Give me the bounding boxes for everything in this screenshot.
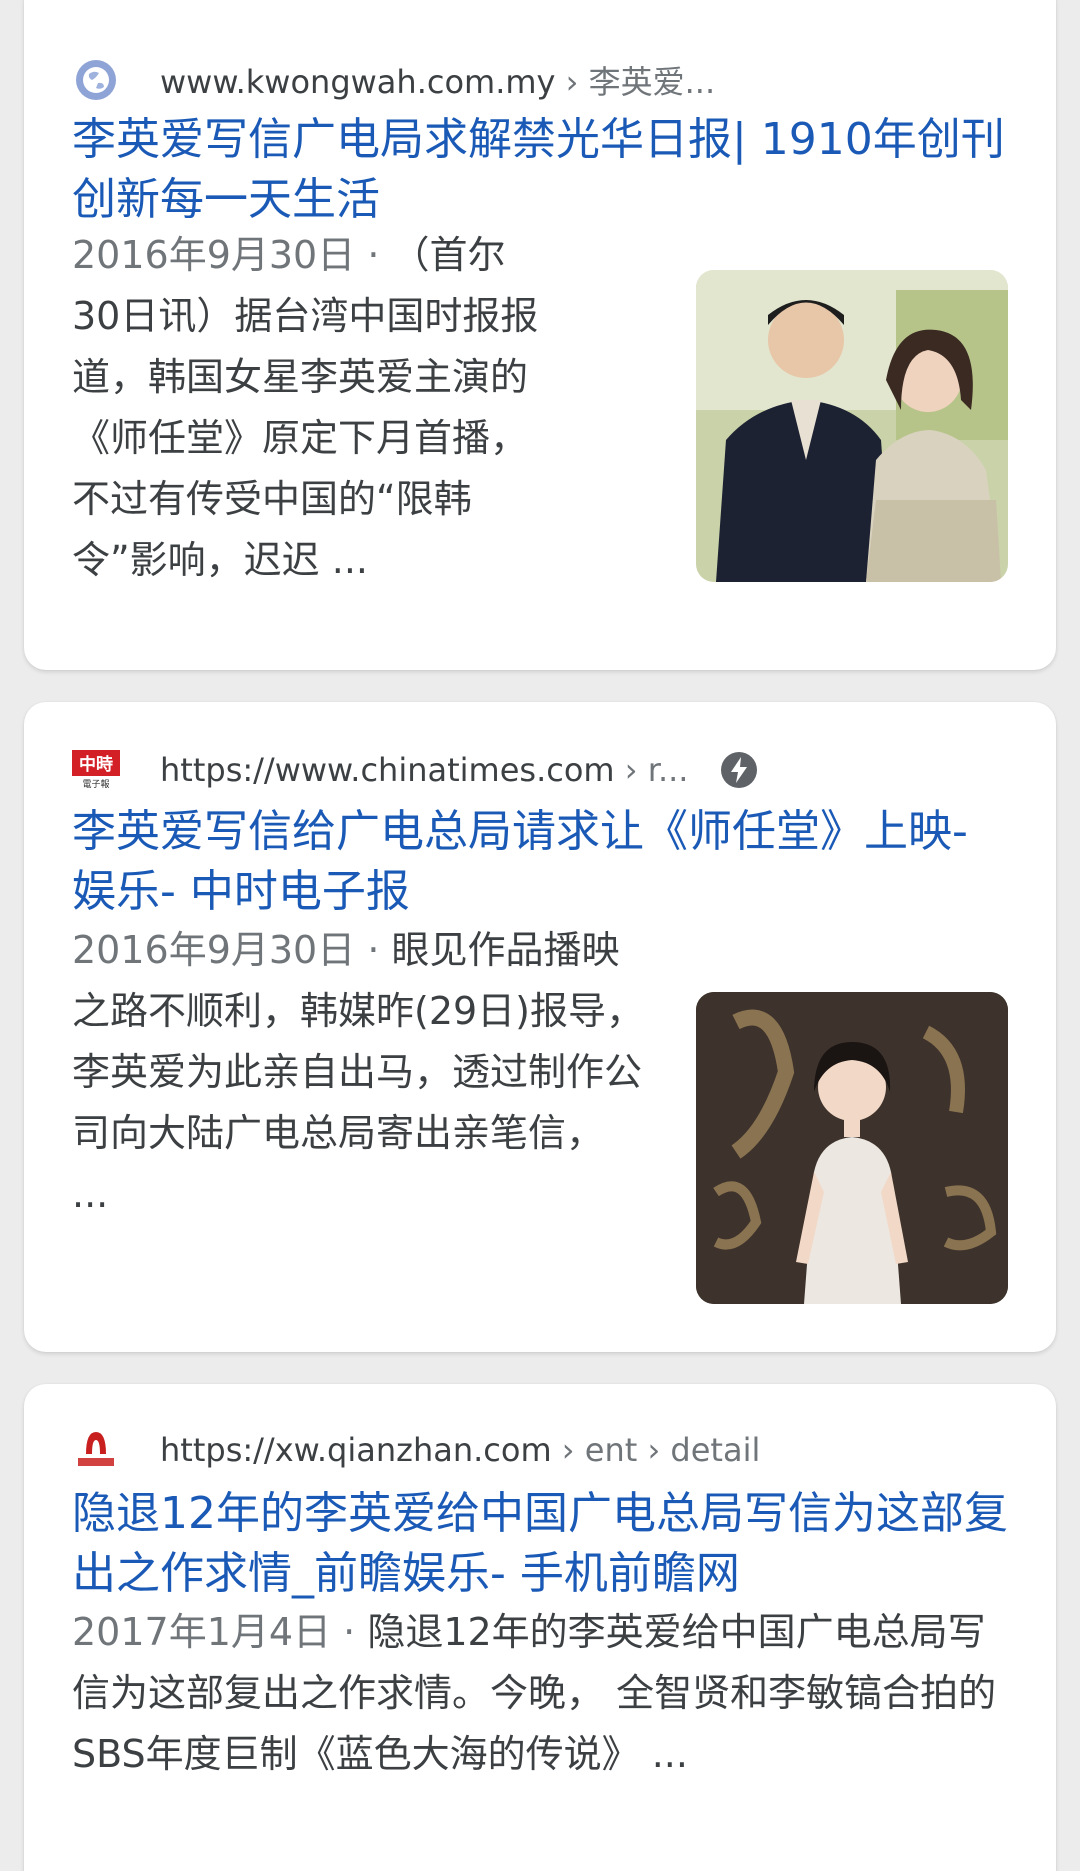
- result-source[interactable]: https://xw.qianzhan.com › ent › detail: [72, 1420, 760, 1480]
- result-date: 2016年9月30日: [72, 928, 356, 972]
- result-snippet: 2017年1月4日 · 隐退12年的李英爱给中国广电总局写信为这部复出之作求情。…: [72, 1602, 1008, 1785]
- result-source[interactable]: 中時 電子報 https://www.chinatimes.com › r...: [72, 740, 758, 800]
- actress-photo: [696, 992, 1008, 1304]
- result-date: 2017年1月4日: [72, 1610, 332, 1654]
- result-breadcrumb: › r...: [614, 751, 689, 789]
- result-title-link[interactable]: 李英爱写信广电局求解禁光华日报| 1910年创刊创新每一天生活: [72, 110, 1008, 230]
- result-url: https://xw.qianzhan.com › ent › detail: [160, 1431, 760, 1469]
- result-domain: www.kwongwah.com.my: [160, 63, 556, 101]
- couple-photo: [696, 270, 1008, 582]
- result-breadcrumb: › ent › detail: [551, 1431, 761, 1469]
- date-separator: ·: [355, 233, 392, 277]
- result-domain: https://xw.qianzhan.com: [160, 1431, 552, 1469]
- result-url: www.kwongwah.com.my › 李英爱...: [160, 57, 715, 103]
- globe-icon: [72, 56, 120, 104]
- search-results-page: www.kwongwah.com.my › 李英爱... 李英爱写信广电局求解禁…: [0, 0, 1080, 1871]
- result-source[interactable]: www.kwongwah.com.my › 李英爱...: [72, 50, 715, 110]
- favicon-text-bottom: 電子報: [82, 779, 109, 790]
- amp-bolt-icon: [721, 752, 758, 788]
- result-domain: https://www.chinatimes.com: [160, 751, 615, 789]
- result-thumbnail[interactable]: [696, 270, 1008, 582]
- result-thumbnail[interactable]: [696, 992, 1008, 1304]
- result-snippet: 2016年9月30日 · 眼见作品播映之路不顺利，韩媒昨(29日)报导，李英爱为…: [72, 920, 652, 1225]
- result-snippet: 2016年9月30日 · （首尔30日讯）据台湾中国时报报道，韩国女星李英爱主演…: [72, 225, 552, 591]
- result-url: https://www.chinatimes.com › r...: [160, 751, 688, 789]
- chinatimes-logo-icon: 中時 電子報: [72, 746, 120, 794]
- result-card-2[interactable]: 中時 電子報 https://www.chinatimes.com › r...…: [24, 702, 1056, 1352]
- result-breadcrumb: › 李英爱...: [555, 63, 716, 101]
- result-title-link[interactable]: 李英爱写信给广电总局请求让《师任堂》上映- 娱乐- 中时电子报: [72, 802, 1008, 922]
- favicon-text-top: 中時: [79, 754, 113, 775]
- qianzhan-logo-icon: [72, 1426, 120, 1474]
- result-card-3[interactable]: https://xw.qianzhan.com › ent › detail 隐…: [24, 1384, 1056, 1871]
- date-separator: ·: [355, 928, 392, 972]
- result-card-1[interactable]: www.kwongwah.com.my › 李英爱... 李英爱写信广电局求解禁…: [24, 0, 1056, 670]
- result-title-link[interactable]: 隐退12年的李英爱给中国广电总局写信为这部复出之作求情_前瞻娱乐- 手机前瞻网: [72, 1484, 1008, 1604]
- date-separator: ·: [331, 1610, 368, 1654]
- result-date: 2016年9月30日: [72, 233, 356, 277]
- result-snippet-text: （首尔30日讯）据台湾中国时报报道，韩国女星李英爱主演的《师任堂》原定下月首播，…: [72, 233, 539, 582]
